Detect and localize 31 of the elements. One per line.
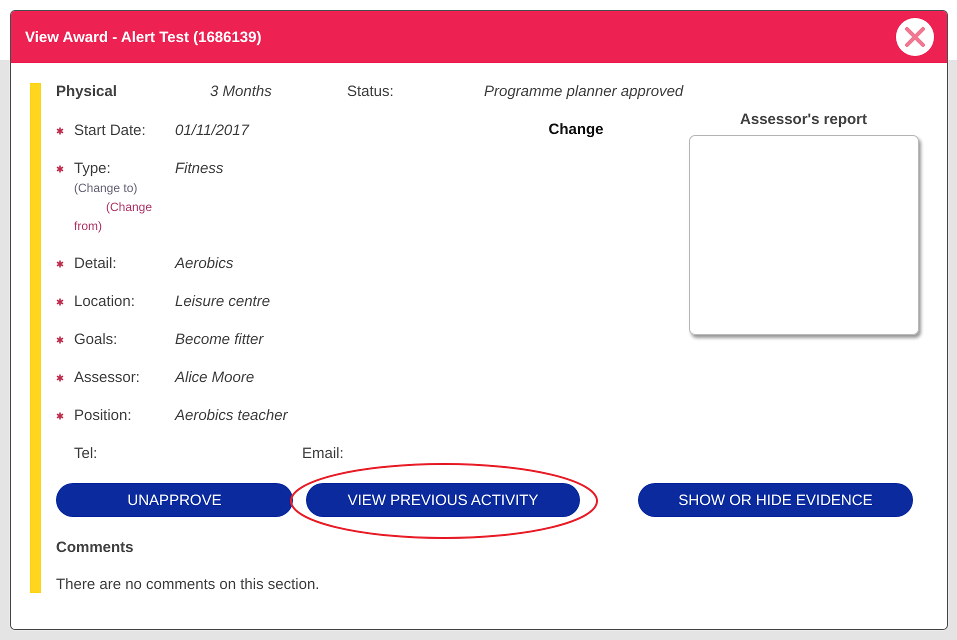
field-value: Aerobics [175, 254, 234, 274]
status-label: Status: [347, 83, 395, 100]
action-button[interactable]: UNAPPROVE [56, 483, 293, 517]
dialog-title: View Award - Alert Test (1686139) [25, 28, 262, 46]
comments-title: Comments [56, 538, 135, 558]
comments-text: There are no comments on this section. [56, 575, 320, 595]
change-note: (Change to) [74, 180, 138, 197]
field-value: Aerobics teacher [175, 406, 288, 426]
change-note: (Change from) [74, 199, 154, 235]
field-label: Assessor: [74, 368, 141, 388]
contact-label: Tel: [74, 444, 98, 464]
section-title: Physical [56, 83, 118, 100]
action-button[interactable]: SHOW OR HIDE EVIDENCE [638, 483, 913, 517]
field-label: Goals: [74, 330, 118, 350]
action-button[interactable]: VIEW PREVIOUS ACTIVITY [306, 483, 580, 517]
duration-value: 3 Months [210, 83, 273, 100]
field-label: Position: [74, 406, 133, 426]
report-title: Assessor's report [740, 111, 867, 129]
field-label: Location: [74, 292, 136, 312]
field-value: 01/11/2017 [175, 121, 249, 141]
contact-label: Email: [302, 444, 344, 464]
field-value: Become fitter [175, 330, 264, 350]
status-value: Programme planner approved [484, 83, 684, 100]
field-label: Start Date: [74, 121, 147, 141]
field-label: Type: [74, 159, 112, 179]
close-icon[interactable] [896, 18, 934, 56]
field-value: Leisure centre [175, 292, 270, 312]
change-heading: Change [548, 121, 604, 138]
field-label: Detail: [74, 254, 118, 274]
field-value: Fitness [175, 159, 224, 179]
field-value: Alice Moore [175, 368, 254, 388]
